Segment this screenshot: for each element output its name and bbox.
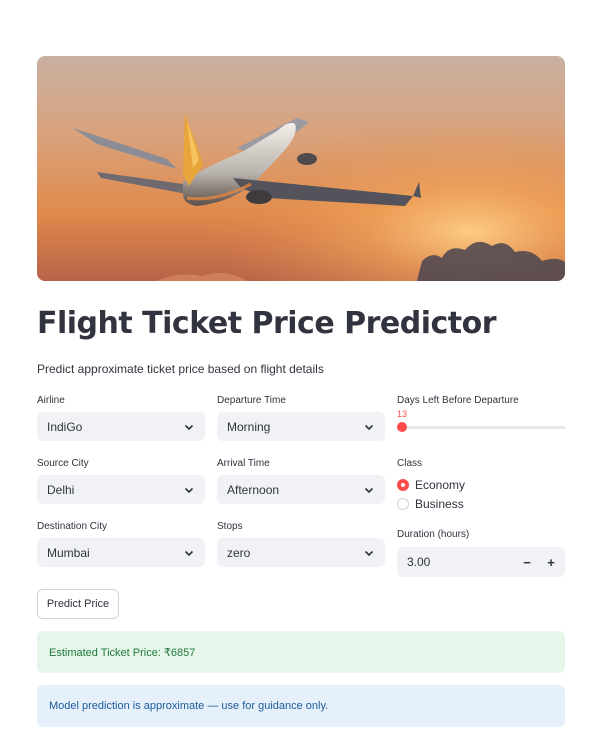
chevron-down-icon bbox=[184, 550, 194, 556]
days-left-label: Days Left Before Departure bbox=[397, 395, 519, 406]
days-left-slider[interactable] bbox=[397, 422, 565, 432]
arrival-time-select[interactable]: Afternoon bbox=[217, 475, 385, 504]
increment-button[interactable]: + bbox=[539, 547, 563, 577]
page-subtitle: Predict approximate ticket price based o… bbox=[37, 362, 324, 376]
predict-price-button[interactable]: Predict Price bbox=[37, 589, 119, 619]
radio-business-label: Business bbox=[415, 497, 464, 511]
chevron-down-icon bbox=[364, 550, 374, 556]
radio-economy-label: Economy bbox=[415, 478, 466, 492]
stops-value: zero bbox=[227, 545, 251, 560]
success-alert: Estimated Ticket Price: ₹6857 bbox=[37, 631, 565, 673]
duration-value[interactable]: 3.00 bbox=[397, 555, 515, 569]
estimated-price-text: Estimated Ticket Price: ₹6857 bbox=[49, 646, 196, 659]
radio-selected-icon bbox=[397, 479, 409, 491]
airline-select[interactable]: IndiGo bbox=[37, 412, 205, 441]
airline-value: IndiGo bbox=[47, 419, 83, 434]
slider-thumb[interactable] bbox=[397, 422, 408, 432]
duration-input[interactable]: 3.00 − + bbox=[397, 547, 565, 577]
info-text: Model prediction is approximate — use fo… bbox=[49, 700, 329, 712]
source-city-label: Source City bbox=[37, 458, 89, 469]
chevron-down-icon bbox=[184, 487, 194, 493]
arrival-time-value: Afternoon bbox=[227, 482, 280, 497]
class-label: Class bbox=[397, 458, 423, 469]
destination-city-label: Destination City bbox=[37, 521, 108, 532]
stops-select[interactable]: zero bbox=[217, 538, 385, 567]
stops-label: Stops bbox=[217, 521, 243, 532]
chevron-down-icon bbox=[364, 424, 374, 430]
days-left-value: 13 bbox=[397, 409, 408, 419]
radio-economy[interactable]: Economy bbox=[397, 478, 465, 492]
hero-image bbox=[37, 56, 565, 281]
departure-time-value: Morning bbox=[227, 419, 271, 434]
source-city-select[interactable]: Delhi bbox=[37, 475, 205, 504]
duration-label: Duration (hours) bbox=[397, 529, 470, 540]
arrival-time-label: Arrival Time bbox=[217, 458, 270, 469]
destination-city-select[interactable]: Mumbai bbox=[37, 538, 205, 567]
radio-business[interactable]: Business bbox=[397, 497, 464, 511]
page-title: Flight Ticket Price Predictor bbox=[37, 306, 497, 341]
departure-time-label: Departure Time bbox=[217, 395, 286, 406]
destination-city-value: Mumbai bbox=[47, 545, 90, 560]
info-alert: Model prediction is approximate — use fo… bbox=[37, 685, 565, 727]
chevron-down-icon bbox=[184, 424, 194, 430]
airplane-sunset-illustration bbox=[37, 56, 565, 281]
decrement-button[interactable]: − bbox=[515, 547, 539, 577]
departure-time-select[interactable]: Morning bbox=[217, 412, 385, 441]
source-city-value: Delhi bbox=[47, 482, 75, 497]
chevron-down-icon bbox=[364, 487, 374, 493]
radio-unselected-icon bbox=[397, 498, 409, 510]
airline-label: Airline bbox=[37, 395, 65, 406]
